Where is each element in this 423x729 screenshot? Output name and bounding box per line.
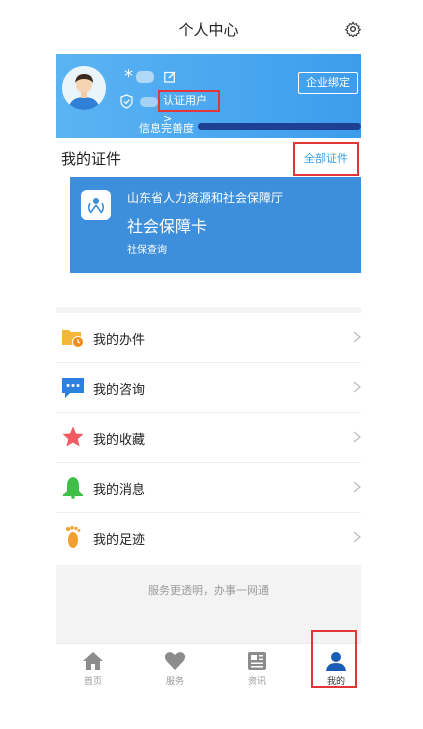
menu-item-my-favorites[interactable]: 我的收藏 xyxy=(56,413,361,463)
menu-item-label: 我的足迹 xyxy=(93,533,146,548)
page-title: 个人中心 xyxy=(178,21,239,39)
tab-label: 首页 xyxy=(83,677,102,687)
menu-item-my-consultations[interactable]: 我的咨询 xyxy=(56,363,361,413)
star-icon xyxy=(62,426,84,447)
menu-item-label: 我的消息 xyxy=(93,483,146,498)
home-icon xyxy=(83,652,103,670)
card-name: 社会保障卡 xyxy=(127,217,208,236)
bell-icon xyxy=(63,477,83,499)
shield-check-icon xyxy=(120,94,133,109)
social-security-logo-icon xyxy=(81,190,111,220)
tab-label: 资讯 xyxy=(247,677,266,687)
chat-bubble-icon xyxy=(62,378,84,398)
menu-item-label: 我的收藏 xyxy=(93,433,146,448)
id-mask xyxy=(140,97,158,107)
enterprise-bind-button[interactable]: 企业绑定 xyxy=(298,72,358,94)
certificates-title: 我的证件 xyxy=(61,150,122,168)
tab-news[interactable]: 资讯 xyxy=(227,648,287,690)
menu-item-my-messages[interactable]: 我的消息 xyxy=(56,463,361,513)
folder-clock-icon xyxy=(62,330,84,348)
profile-header: * 认证用户 > 企业绑定 信息完善度 xyxy=(56,54,361,138)
card-subtitle: 社保查询 xyxy=(127,245,167,256)
auth-status-link[interactable]: 认证用户 > xyxy=(158,90,220,125)
news-icon xyxy=(248,652,266,670)
info-progress-bar xyxy=(198,123,361,130)
heart-icon xyxy=(164,652,186,670)
chevron-right-icon xyxy=(353,531,361,543)
menu-item-my-footprints[interactable]: 我的足迹 xyxy=(56,513,361,563)
all-certificates-link[interactable]: 全部证件 xyxy=(293,142,359,176)
highlight-box xyxy=(311,630,357,688)
card-issuer: 山东省人力资源和社会保障厅 xyxy=(127,191,284,205)
tab-label: 服务 xyxy=(165,677,184,687)
footprint-icon xyxy=(66,526,81,548)
gear-icon[interactable] xyxy=(345,21,361,37)
avatar[interactable] xyxy=(62,66,106,110)
tab-home[interactable]: 首页 xyxy=(63,648,123,690)
menu-item-label: 我的咨询 xyxy=(93,383,146,398)
auth-status-label: 认证用户 xyxy=(163,94,207,107)
app-screen: 个人中心 * 认证用户 > 企业绑定 信息完善度 我的证件 全部证件 山东省人力… xyxy=(56,0,361,729)
tab-services[interactable]: 服务 xyxy=(145,648,205,690)
menu-item-label: 我的办件 xyxy=(93,333,146,348)
menu-item-my-cases[interactable]: 我的办件 xyxy=(56,313,361,363)
chevron-right-icon xyxy=(353,331,361,343)
edit-icon[interactable] xyxy=(164,71,176,83)
chevron-right-icon xyxy=(353,431,361,443)
top-bar: 个人中心 xyxy=(56,0,361,54)
name-mask xyxy=(136,71,154,83)
chevron-right-icon xyxy=(353,481,361,493)
user-name: * xyxy=(124,66,133,87)
chevron-right-icon xyxy=(353,381,361,393)
progress-label: 信息完善度 xyxy=(139,122,194,135)
social-security-card[interactable]: 山东省人力资源和社会保障厅 社会保障卡 社保查询 xyxy=(70,177,361,273)
footer-slogan: 服务更透明，办事一网通 xyxy=(148,584,269,597)
